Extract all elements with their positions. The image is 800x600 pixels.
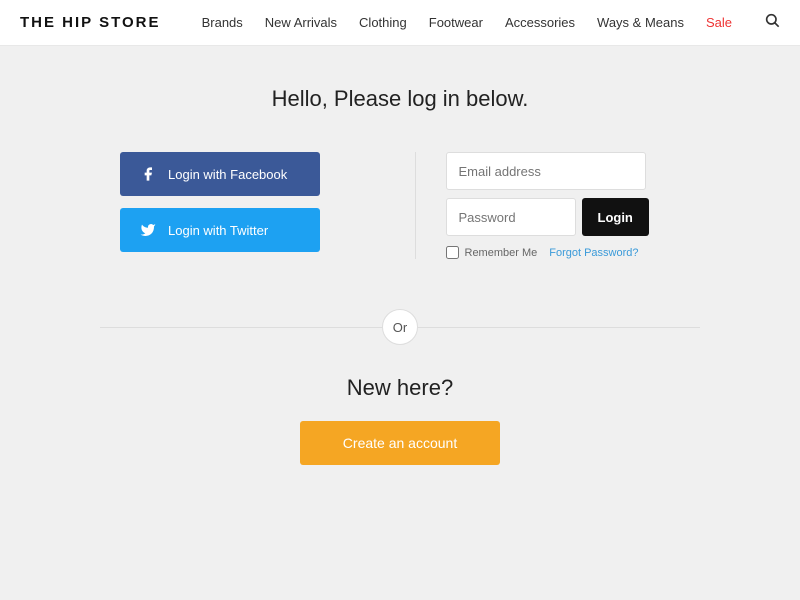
or-line-right — [417, 327, 700, 328]
facebook-login-label: Login with Facebook — [168, 167, 287, 182]
password-row: Login — [446, 198, 681, 236]
nav-brands[interactable]: Brands — [202, 15, 243, 30]
nav-sale[interactable]: Sale — [706, 15, 732, 30]
email-field[interactable] — [446, 152, 646, 190]
nav-accessories[interactable]: Accessories — [505, 15, 575, 30]
login-button[interactable]: Login — [582, 198, 649, 236]
facebook-icon — [138, 164, 158, 184]
twitter-login-button[interactable]: Login with Twitter — [120, 208, 320, 252]
twitter-login-label: Login with Twitter — [168, 223, 268, 238]
remember-me-checkbox[interactable] — [446, 246, 459, 259]
main-nav: Brands New Arrivals Clothing Footwear Ac… — [202, 12, 780, 33]
or-label: Or — [393, 320, 407, 335]
nav-clothing[interactable]: Clothing — [359, 15, 407, 30]
twitter-icon — [138, 220, 158, 240]
nav-new-arrivals[interactable]: New Arrivals — [265, 15, 337, 30]
social-login-section: Login with Facebook Login with Twitter — [120, 152, 385, 252]
or-circle: Or — [382, 309, 418, 345]
site-header: THE HIP STORE Brands New Arrivals Clothi… — [0, 0, 800, 46]
remember-me-label: Remember Me — [465, 247, 538, 259]
main-content: Hello, Please log in below. Login with F… — [0, 46, 800, 465]
email-login-section: Login Remember Me Forgot Password? — [446, 152, 681, 259]
remember-row: Remember Me Forgot Password? — [446, 246, 681, 259]
search-icon[interactable] — [764, 12, 780, 33]
forgot-password-link[interactable]: Forgot Password? — [549, 247, 638, 259]
nav-ways-means[interactable]: Ways & Means — [597, 15, 684, 30]
new-here-title: New here? — [347, 375, 453, 401]
facebook-login-button[interactable]: Login with Facebook — [120, 152, 320, 196]
site-logo: THE HIP STORE — [20, 14, 160, 31]
password-field[interactable] — [446, 198, 576, 236]
vertical-divider — [415, 152, 416, 259]
new-here-section: New here? Create an account — [300, 375, 500, 465]
create-account-button[interactable]: Create an account — [300, 421, 500, 465]
login-container: Login with Facebook Login with Twitter L… — [120, 152, 680, 259]
page-title: Hello, Please log in below. — [272, 86, 529, 112]
or-line-left — [100, 327, 383, 328]
nav-footwear[interactable]: Footwear — [429, 15, 483, 30]
or-divider-section: Or — [100, 309, 700, 345]
